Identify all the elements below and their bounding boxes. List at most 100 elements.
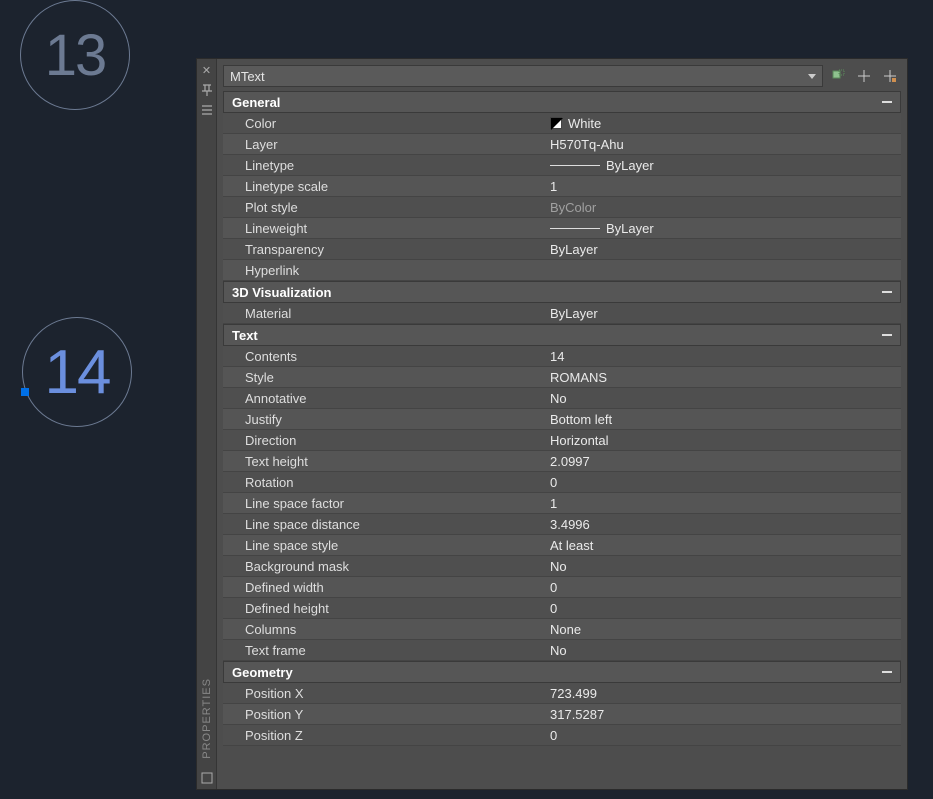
label-text: 13: [45, 22, 106, 89]
prop-row-linetype-scale[interactable]: Linetype scale 1: [223, 176, 901, 197]
prop-row-color[interactable]: Color White: [223, 113, 901, 134]
prop-row-direction[interactable]: Direction Horizontal: [223, 430, 901, 451]
prop-value: Horizontal: [550, 433, 901, 448]
section-header-geometry[interactable]: Geometry: [223, 661, 901, 683]
options-icon[interactable]: [200, 103, 214, 117]
prop-row-contents[interactable]: Contents 14: [223, 346, 901, 367]
prop-row-style[interactable]: Style ROMANS: [223, 367, 901, 388]
prop-label: Contents: [223, 349, 550, 364]
section-title: Geometry: [232, 665, 293, 680]
prop-value: Bottom left: [550, 412, 901, 427]
prop-row-position-z[interactable]: Position Z 0: [223, 725, 901, 746]
prop-row-text-frame[interactable]: Text frame No: [223, 640, 901, 661]
prop-row-plot-style[interactable]: Plot style ByColor: [223, 197, 901, 218]
section-header-text[interactable]: Text: [223, 324, 901, 346]
properties-panel: ✕ PROPERTIES MText: [196, 58, 908, 790]
prop-label: Position X: [223, 686, 550, 701]
prop-row-lineweight[interactable]: Lineweight ByLayer: [223, 218, 901, 239]
panel-title: PROPERTIES: [201, 678, 213, 759]
quick-select-button[interactable]: [879, 65, 901, 87]
prop-value: ByLayer: [550, 306, 901, 321]
prop-label: Direction: [223, 433, 550, 448]
prop-value: 3.4996: [550, 517, 901, 532]
prop-label: Columns: [223, 622, 550, 637]
panel-title-bar[interactable]: ✕ PROPERTIES: [197, 59, 217, 789]
prop-label: Style: [223, 370, 550, 385]
prop-row-transparency[interactable]: Transparency ByLayer: [223, 239, 901, 260]
prop-value: 0: [550, 601, 901, 616]
prop-label: Hyperlink: [223, 263, 550, 278]
prop-label: Position Z: [223, 728, 550, 743]
prop-label: Position Y: [223, 707, 550, 722]
prop-label: Line space factor: [223, 496, 550, 511]
section-header-3d-visualization[interactable]: 3D Visualization: [223, 281, 901, 303]
pin-icon[interactable]: [200, 83, 214, 97]
prop-value: 14: [550, 349, 901, 364]
collapse-icon: [882, 291, 892, 293]
prop-label: Lineweight: [223, 221, 550, 236]
prop-value: No: [550, 643, 901, 658]
selection-grip[interactable]: [21, 388, 29, 396]
prop-row-position-y[interactable]: Position Y 317.5287: [223, 704, 901, 725]
prop-row-annotative[interactable]: Annotative No: [223, 388, 901, 409]
prop-label: Layer: [223, 137, 550, 152]
prop-row-background-mask[interactable]: Background mask No: [223, 556, 901, 577]
prop-row-justify[interactable]: Justify Bottom left: [223, 409, 901, 430]
prop-value: White: [550, 116, 901, 131]
prop-value: ByColor: [550, 200, 901, 215]
prop-row-line-space-distance[interactable]: Line space distance 3.4996: [223, 514, 901, 535]
prop-label: Line space style: [223, 538, 550, 553]
prop-value: 2.0997: [550, 454, 901, 469]
prop-row-text-height[interactable]: Text height 2.0997: [223, 451, 901, 472]
prop-label: Defined height: [223, 601, 550, 616]
prop-value: ByLayer: [550, 242, 901, 257]
prop-row-line-space-factor[interactable]: Line space factor 1: [223, 493, 901, 514]
collapse-icon: [882, 334, 892, 336]
section-header-general[interactable]: General: [223, 91, 901, 113]
prop-label: Linetype: [223, 158, 550, 173]
label-text: 14: [45, 337, 110, 408]
prop-value: At least: [550, 538, 901, 553]
section-rows-general: Color White Layer H570Tq-Ahu Linetype By…: [223, 113, 901, 281]
close-icon[interactable]: ✕: [200, 63, 214, 77]
prop-row-position-x[interactable]: Position X 723.499: [223, 683, 901, 704]
select-objects-button[interactable]: [853, 65, 875, 87]
prop-row-columns[interactable]: Columns None: [223, 619, 901, 640]
prop-label: Material: [223, 306, 550, 321]
prop-label: Line space distance: [223, 517, 550, 532]
prop-row-material[interactable]: Material ByLayer: [223, 303, 901, 324]
prop-value: 1: [550, 496, 901, 511]
prop-row-linetype[interactable]: Linetype ByLayer: [223, 155, 901, 176]
section-title: General: [232, 95, 280, 110]
section-rows-text: Contents 14 Style ROMANS Annotative No J…: [223, 346, 901, 661]
prop-label: Defined width: [223, 580, 550, 595]
toggle-pickset-button[interactable]: [827, 65, 849, 87]
prop-row-defined-width[interactable]: Defined width 0: [223, 577, 901, 598]
prop-label: Text frame: [223, 643, 550, 658]
prop-value: H570Tq-Ahu: [550, 137, 901, 152]
prop-row-defined-height[interactable]: Defined height 0: [223, 598, 901, 619]
prop-value: 0: [550, 475, 901, 490]
prop-value: ROMANS: [550, 370, 901, 385]
section-title: Text: [232, 328, 258, 343]
object-type-select[interactable]: MText: [223, 65, 823, 87]
prop-row-layer[interactable]: Layer H570Tq-Ahu: [223, 134, 901, 155]
collapse-icon: [882, 101, 892, 103]
panel-menu-icon[interactable]: [200, 771, 214, 785]
prop-row-line-space-style[interactable]: Line space style At least: [223, 535, 901, 556]
prop-row-rotation[interactable]: Rotation 0: [223, 472, 901, 493]
section-rows-geometry: Position X 723.499 Position Y 317.5287 P…: [223, 683, 901, 746]
prop-label: Rotation: [223, 475, 550, 490]
prop-value: No: [550, 559, 901, 574]
section-rows-3d-visualization: Material ByLayer: [223, 303, 901, 324]
object-type-row: MText: [223, 65, 901, 87]
collapse-icon: [882, 671, 892, 673]
prop-value: None: [550, 622, 901, 637]
prop-label: Text height: [223, 454, 550, 469]
lineweight-preview-icon: [550, 228, 600, 229]
circle-label-13[interactable]: 13: [20, 0, 130, 110]
prop-value: No: [550, 391, 901, 406]
circle-label-14[interactable]: 14: [22, 317, 132, 427]
prop-label: Plot style: [223, 200, 550, 215]
prop-row-hyperlink[interactable]: Hyperlink: [223, 260, 901, 281]
